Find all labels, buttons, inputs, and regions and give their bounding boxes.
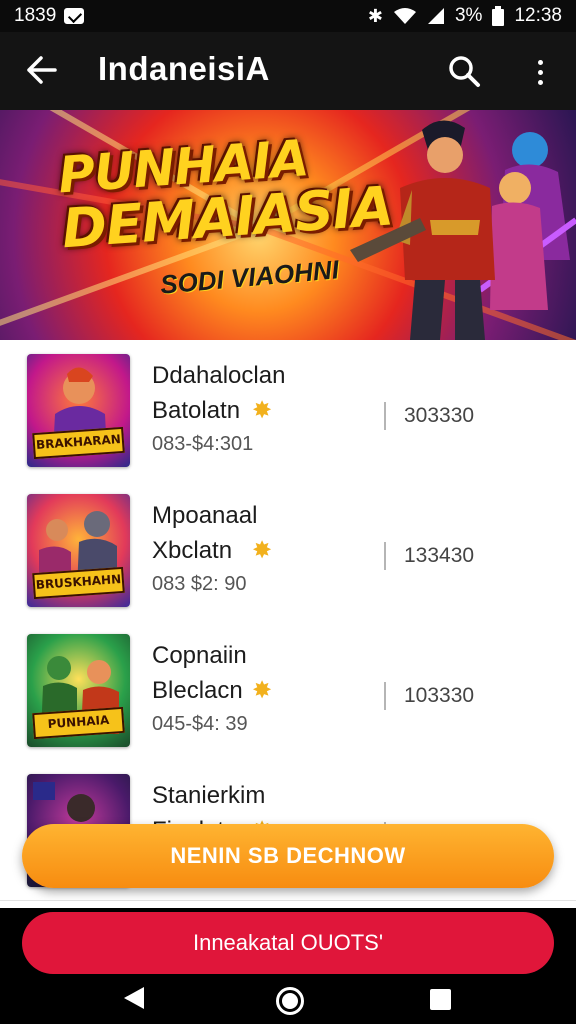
secondary-action-button[interactable]: Inneakatal OUOTS' — [22, 912, 554, 974]
game-time: 045-$4: 39 — [152, 713, 248, 735]
star-badge-icon: ✸ — [252, 537, 273, 564]
wifi-icon — [393, 8, 416, 24]
game-name: Ddahaloclan — [152, 362, 286, 389]
game-time: 083-$4:301 — [152, 433, 254, 455]
nav-recents-icon[interactable] — [430, 989, 451, 1010]
more-vert-icon — [537, 59, 543, 65]
game-subtitle: Xbclatn — [152, 537, 233, 564]
game-name: Stanierkim — [152, 782, 266, 809]
banner-subtitle: SODI VIAOHNI — [158, 254, 341, 300]
vibrate-icon: ✱ — [367, 6, 383, 26]
promo-banner[interactable]: PUNHAIA DEMAIASIA SODI VIAOHNI — [0, 110, 576, 340]
nav-home-icon[interactable] — [276, 987, 304, 1015]
game-count: 133430 — [404, 544, 475, 567]
battery-percent: 3% — [454, 5, 483, 26]
banner-title: PUNHAIA DEMAIASIA — [56, 129, 394, 260]
game-time: 083 $2: 90 — [152, 573, 247, 595]
game-name: Mpoanaal — [152, 502, 258, 529]
star-badge-icon: ✸ — [252, 397, 273, 424]
back-button[interactable] — [24, 52, 60, 88]
nav-back-icon[interactable] — [124, 987, 144, 1009]
page-title: IndaneisiA — [98, 50, 270, 87]
primary-action-button[interactable]: NENIN SB DECHNOW — [22, 824, 554, 888]
search-button[interactable] — [444, 52, 484, 92]
status-time: 1839 — [14, 5, 57, 26]
game-subtitle: Batolatn — [152, 397, 241, 424]
game-count: 303330 — [404, 404, 475, 427]
battery-icon — [492, 6, 505, 26]
game-subtitle: Bleclacn — [152, 677, 243, 704]
status-bar: 1839 ✱ 3% 12:38 — [0, 0, 576, 32]
message-notification-icon — [64, 8, 85, 24]
arrow-back-icon — [27, 56, 57, 84]
app-bar: IndaneisiA — [0, 32, 576, 110]
overflow-menu-button[interactable] — [528, 52, 552, 92]
star-badge-icon: ✸ — [252, 677, 273, 704]
game-thumbnail: BRUSKHAHN — [27, 494, 130, 607]
game-count: 103330 — [404, 684, 475, 707]
status-clock: 12:38 — [514, 5, 562, 26]
search-icon — [449, 56, 480, 87]
game-thumbnail: BRAKHARAN — [27, 354, 130, 467]
signal-icon — [427, 8, 444, 24]
list-item[interactable]: BRAKHARAN Ddahaloclan Batolatn ✸ 083-$4:… — [0, 340, 576, 481]
divider — [384, 402, 386, 430]
divider — [384, 542, 386, 570]
divider — [384, 682, 386, 710]
list-item[interactable]: PUNHAIA Copnaiin Bleclacn ✸ 045-$4: 39 1… — [0, 620, 576, 761]
game-name: Copnaiin — [152, 642, 247, 669]
list-item[interactable]: BRUSKHAHN Mpoanaal Xbclatn ✸ 083 $2: 90 … — [0, 480, 576, 621]
game-thumbnail: PUNHAIA — [27, 634, 130, 747]
